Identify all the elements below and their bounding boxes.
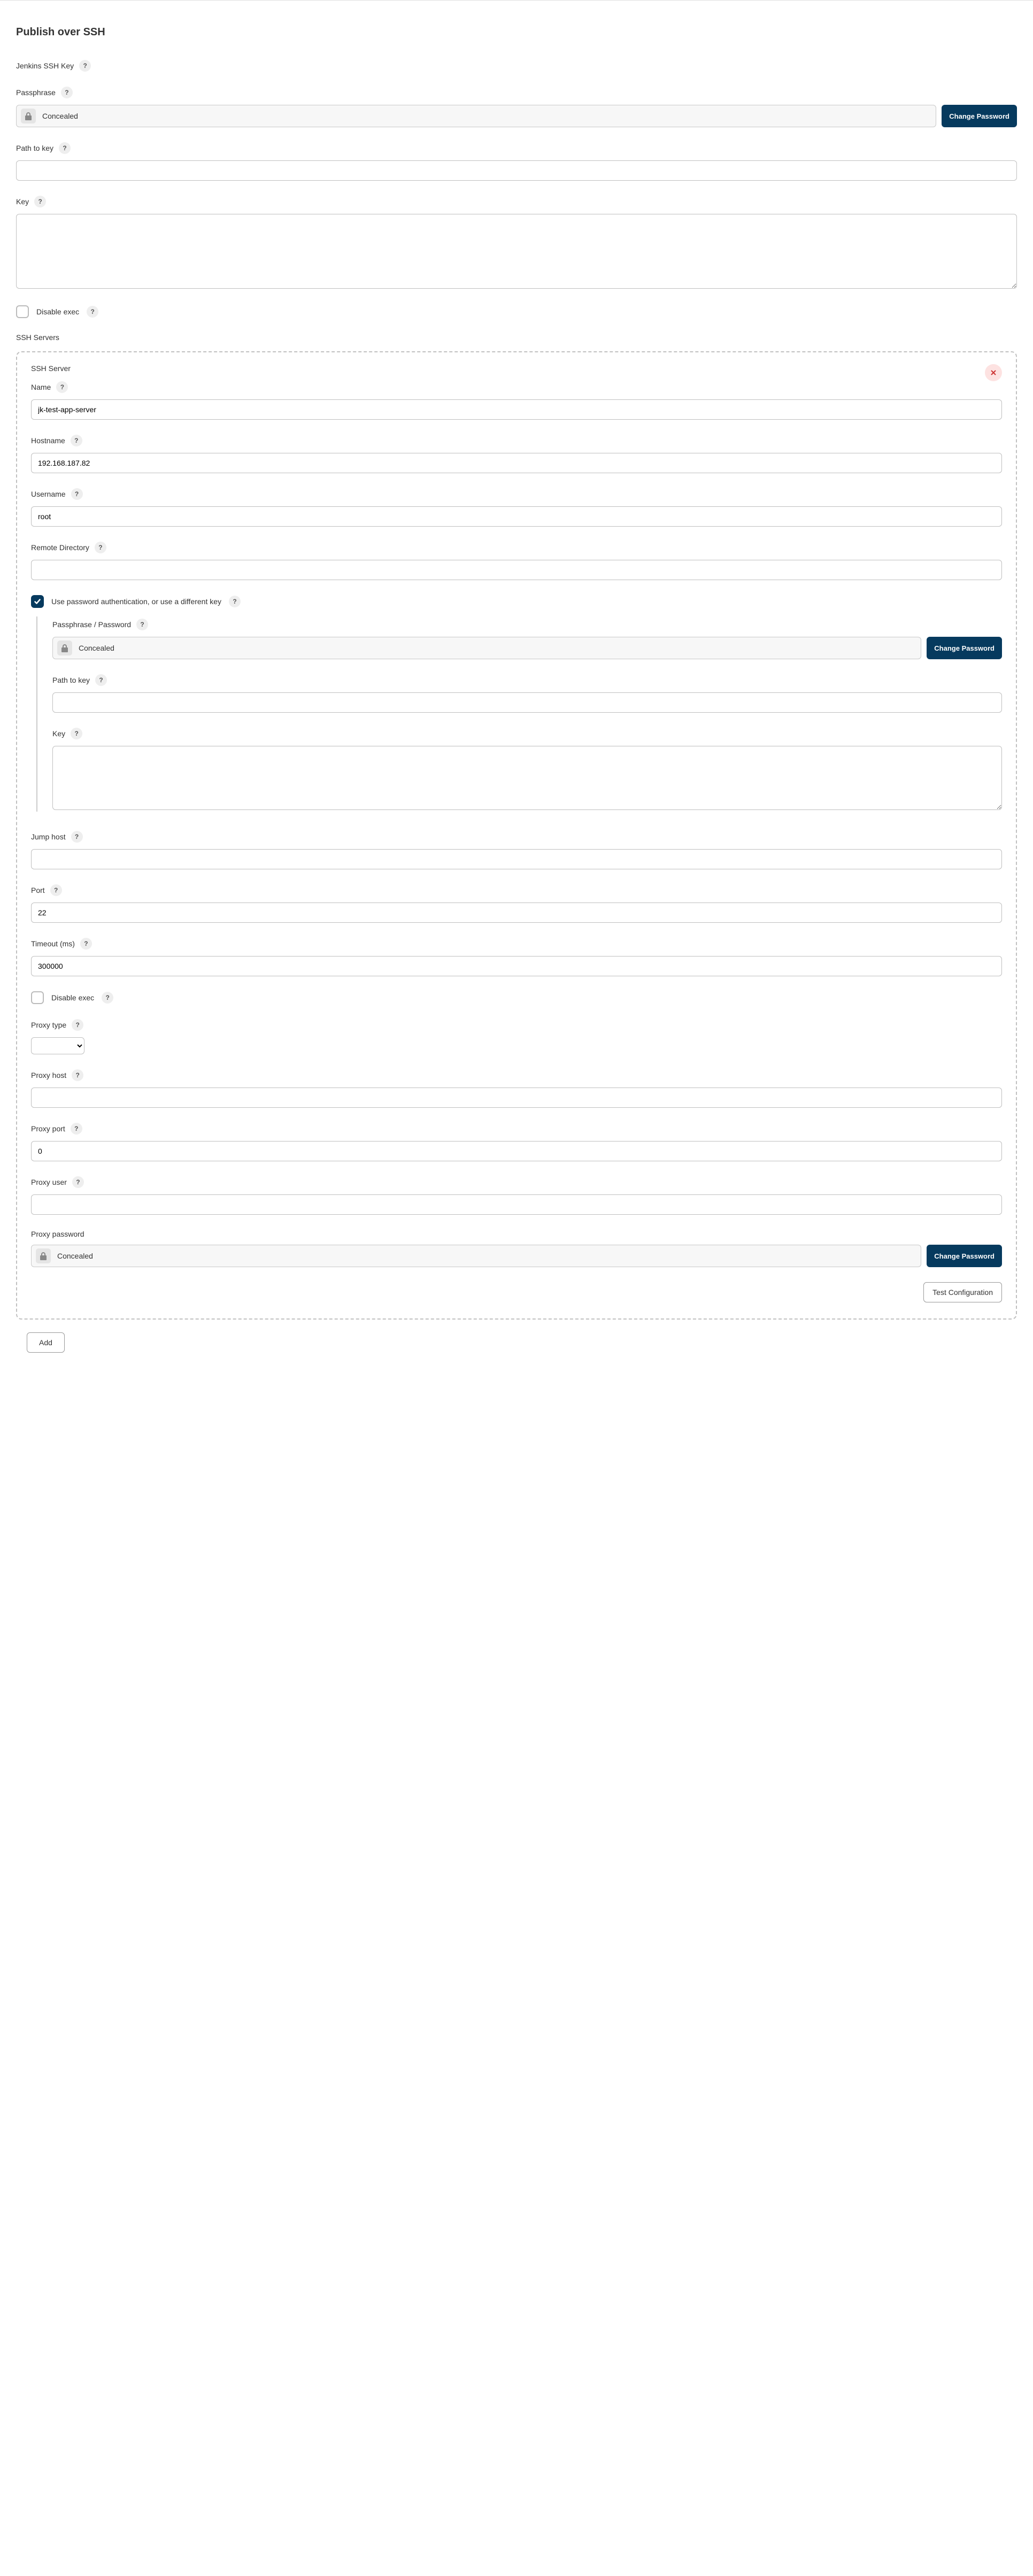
ssh-server-card: SSH Server Name ? Hostname ? User bbox=[16, 351, 1017, 1320]
help-icon[interactable]: ? bbox=[71, 831, 83, 843]
path-to-key-input[interactable] bbox=[16, 160, 1017, 181]
use-password-auth-label: Use password authentication, or use a di… bbox=[51, 597, 221, 606]
path-to-key-label: Path to key bbox=[16, 144, 53, 152]
server-hostname-label: Hostname bbox=[31, 436, 65, 445]
proxy-host-input[interactable] bbox=[31, 1088, 1002, 1108]
lock-icon bbox=[36, 1248, 51, 1263]
nested-key-label: Key bbox=[52, 729, 65, 738]
proxy-host-label: Proxy host bbox=[31, 1071, 66, 1079]
passphrase-concealed: Concealed bbox=[16, 105, 936, 127]
proxy-user-input[interactable] bbox=[31, 1194, 1002, 1215]
help-icon[interactable]: ? bbox=[72, 1069, 83, 1081]
passphrase-label: Passphrase bbox=[16, 88, 56, 97]
key-label: Key bbox=[16, 197, 29, 206]
help-icon[interactable]: ? bbox=[95, 674, 107, 686]
help-icon[interactable]: ? bbox=[72, 1019, 83, 1031]
nested-key-textarea[interactable] bbox=[52, 746, 1002, 810]
server-hostname-input[interactable] bbox=[31, 453, 1002, 473]
help-icon[interactable]: ? bbox=[136, 619, 148, 630]
proxy-user-label: Proxy user bbox=[31, 1178, 67, 1186]
add-button[interactable]: Add bbox=[27, 1332, 65, 1353]
change-password-button[interactable]: Change Password bbox=[927, 1245, 1002, 1267]
jump-host-label: Jump host bbox=[31, 832, 66, 841]
help-icon[interactable]: ? bbox=[80, 938, 92, 950]
nested-passphrase-value: Concealed bbox=[79, 644, 114, 652]
jenkins-ssh-key-label: Jenkins SSH Key bbox=[16, 61, 74, 70]
use-password-auth-checkbox[interactable] bbox=[31, 595, 44, 608]
help-icon[interactable]: ? bbox=[79, 60, 91, 72]
proxy-port-input[interactable] bbox=[31, 1141, 1002, 1161]
server-username-input[interactable] bbox=[31, 506, 1002, 527]
help-icon[interactable]: ? bbox=[95, 542, 106, 553]
server-disable-exec-checkbox[interactable] bbox=[31, 991, 44, 1004]
proxy-type-select[interactable] bbox=[31, 1037, 84, 1054]
server-name-label: Name bbox=[31, 383, 51, 391]
proxy-password-label: Proxy password bbox=[31, 1230, 84, 1238]
help-icon[interactable]: ? bbox=[61, 87, 73, 98]
port-input[interactable] bbox=[31, 903, 1002, 923]
help-icon[interactable]: ? bbox=[71, 435, 82, 446]
help-icon[interactable]: ? bbox=[87, 306, 98, 318]
ssh-server-title: SSH Server bbox=[31, 364, 71, 373]
ssh-servers-label: SSH Servers bbox=[16, 333, 1017, 342]
nested-path-to-key-label: Path to key bbox=[52, 676, 90, 684]
help-icon[interactable]: ? bbox=[59, 142, 71, 154]
help-icon[interactable]: ? bbox=[71, 1123, 82, 1135]
server-name-input[interactable] bbox=[31, 399, 1002, 420]
jump-host-input[interactable] bbox=[31, 849, 1002, 869]
server-disable-exec-label: Disable exec bbox=[51, 993, 94, 1002]
port-label: Port bbox=[31, 886, 45, 894]
help-icon[interactable]: ? bbox=[50, 884, 62, 896]
disable-exec-checkbox[interactable] bbox=[16, 305, 29, 318]
timeout-input[interactable] bbox=[31, 956, 1002, 976]
help-icon[interactable]: ? bbox=[71, 728, 82, 739]
passphrase-value: Concealed bbox=[42, 112, 78, 120]
server-username-label: Username bbox=[31, 490, 66, 498]
timeout-label: Timeout (ms) bbox=[31, 939, 75, 948]
change-password-button[interactable]: Change Password bbox=[942, 105, 1017, 127]
help-icon[interactable]: ? bbox=[56, 381, 68, 393]
help-icon[interactable]: ? bbox=[229, 596, 241, 607]
test-configuration-button[interactable]: Test Configuration bbox=[923, 1282, 1002, 1302]
nested-passphrase-concealed: Concealed bbox=[52, 637, 921, 659]
help-icon[interactable]: ? bbox=[71, 488, 83, 500]
server-remote-dir-label: Remote Directory bbox=[31, 543, 89, 552]
section-title: Publish over SSH bbox=[16, 26, 1017, 38]
disable-exec-label: Disable exec bbox=[36, 307, 79, 316]
lock-icon bbox=[21, 109, 36, 124]
nested-passphrase-label: Passphrase / Password bbox=[52, 620, 131, 629]
proxy-password-concealed: Concealed bbox=[31, 1245, 921, 1267]
proxy-port-label: Proxy port bbox=[31, 1124, 65, 1133]
close-button[interactable] bbox=[985, 364, 1002, 381]
help-icon[interactable]: ? bbox=[34, 196, 46, 207]
help-icon[interactable]: ? bbox=[72, 1176, 84, 1188]
key-textarea[interactable] bbox=[16, 214, 1017, 289]
lock-icon bbox=[57, 641, 72, 655]
proxy-password-value: Concealed bbox=[57, 1252, 93, 1260]
help-icon[interactable]: ? bbox=[102, 992, 113, 1004]
proxy-type-label: Proxy type bbox=[31, 1021, 66, 1029]
nested-path-to-key-input[interactable] bbox=[52, 692, 1002, 713]
server-remote-dir-input[interactable] bbox=[31, 560, 1002, 580]
change-password-button[interactable]: Change Password bbox=[927, 637, 1002, 659]
